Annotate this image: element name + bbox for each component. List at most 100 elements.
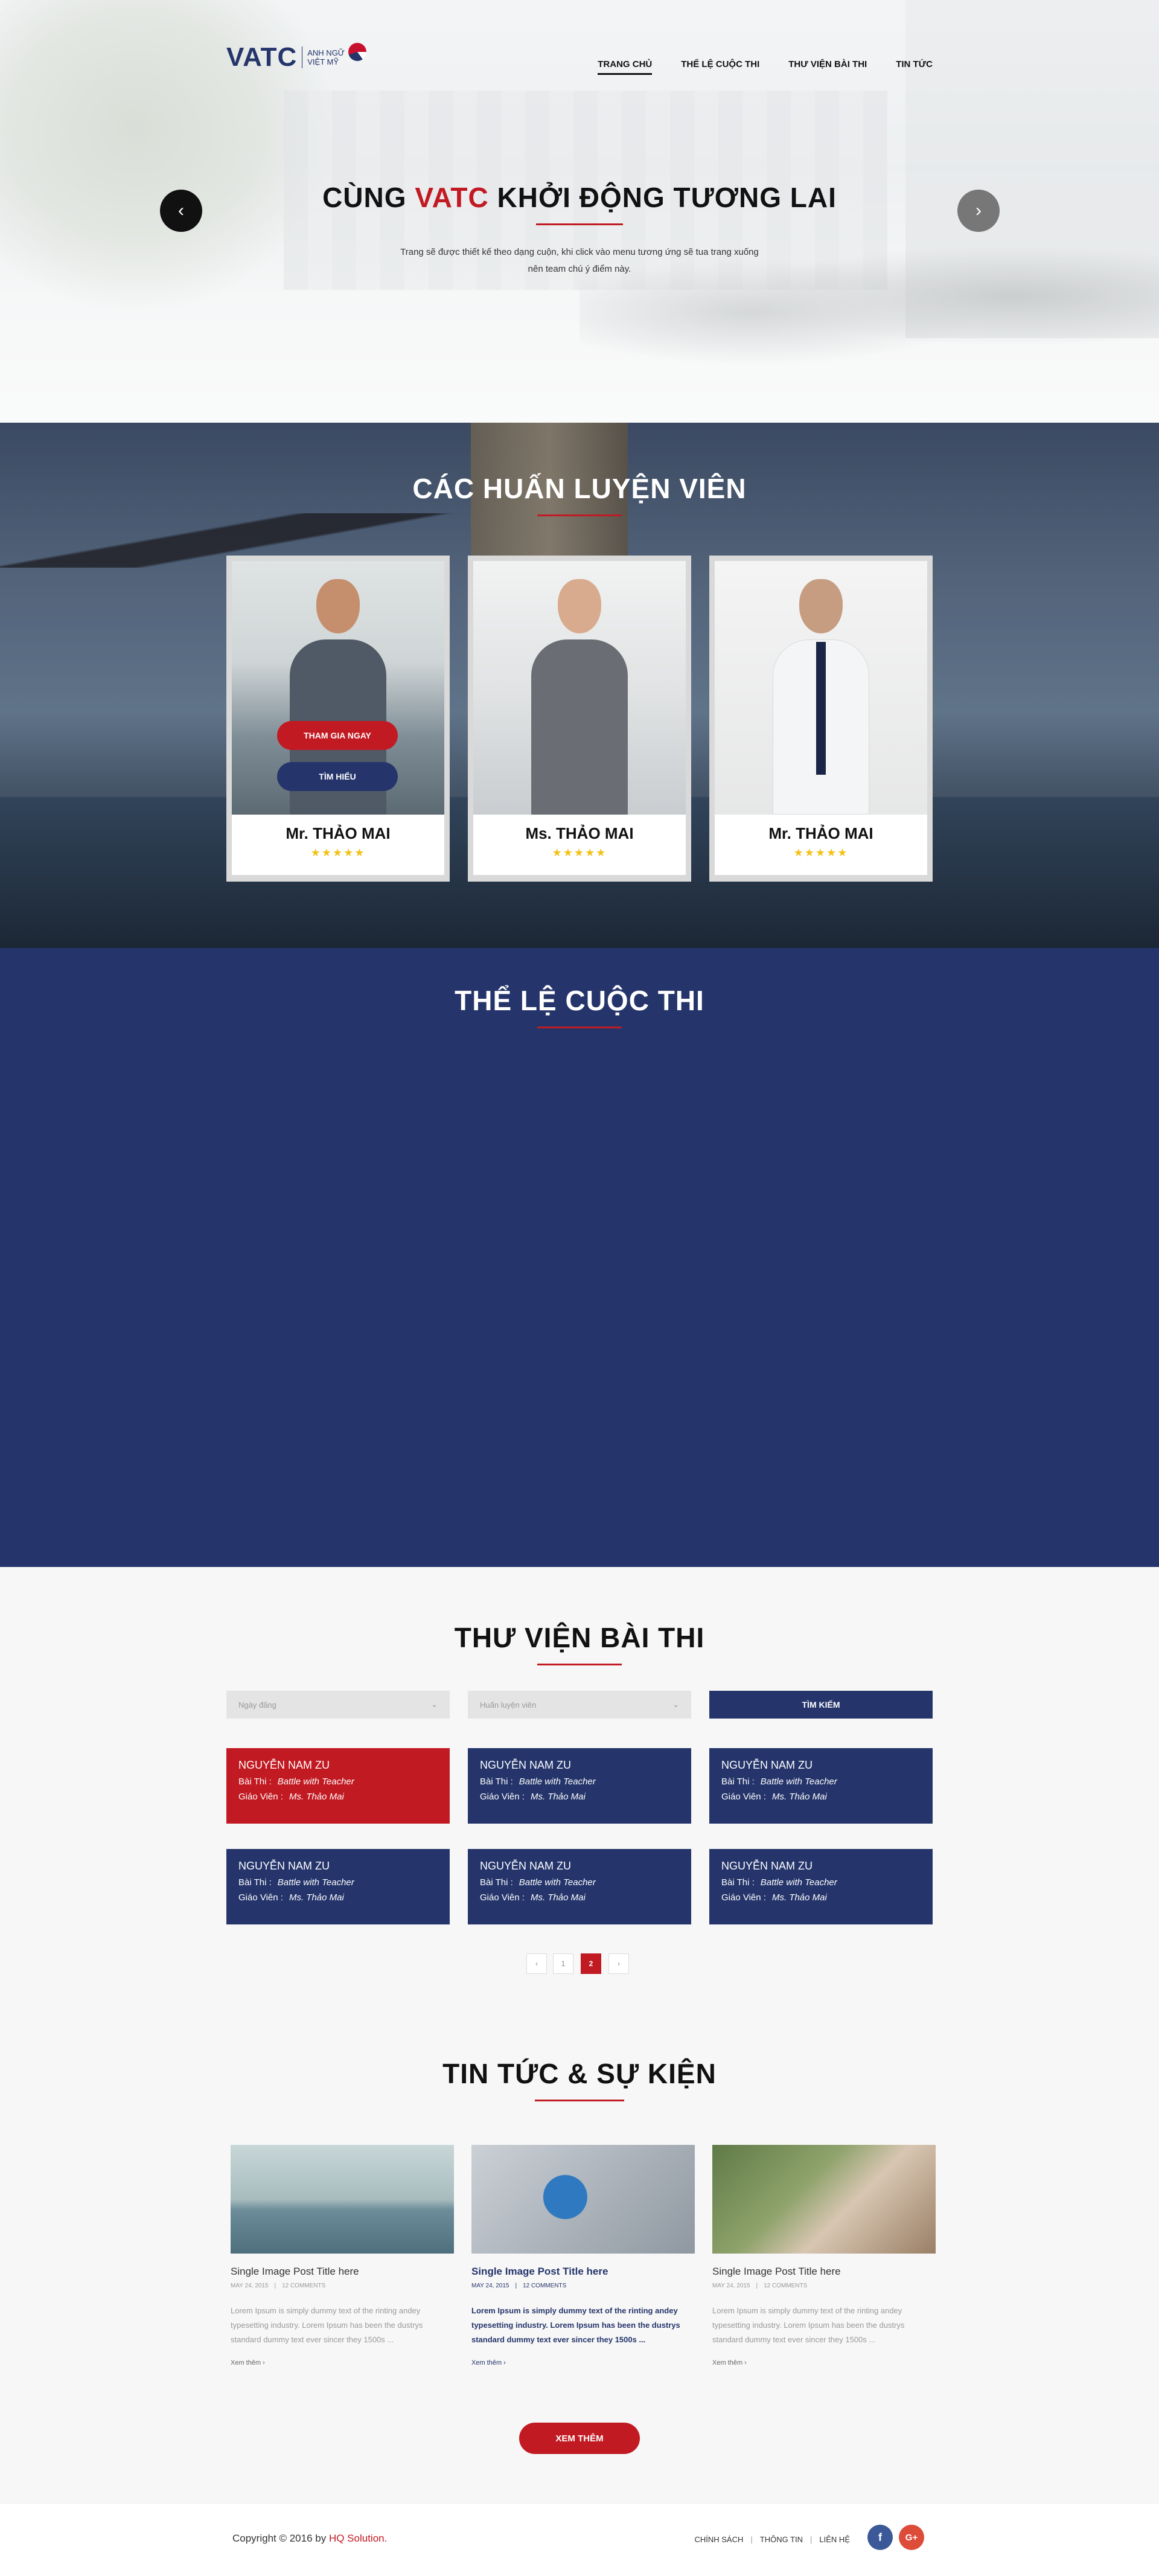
entry-teacher-label: Giáo Viên : (480, 1892, 525, 1903)
post-image[interactable] (712, 2145, 936, 2254)
news-post[interactable]: Single Image Post Title here MAY 24, 201… (471, 2145, 695, 2366)
post-title[interactable]: Single Image Post Title here (712, 2266, 936, 2278)
library-entry[interactable]: NGUYỄN NAM ZU Bài Thi : Battle with Teach… (226, 1849, 450, 1924)
pagination-page-2[interactable]: 2 (581, 1953, 601, 1974)
nav-item-news[interactable]: TIN TỨC (896, 59, 933, 75)
entry-exam: Battle with Teacher (760, 1777, 837, 1787)
entry-teacher: Ms. Thảo Mai (289, 1792, 344, 1802)
trainer-filter-select[interactable]: Huấn luyện viên ⌄ (468, 1691, 691, 1719)
entry-teacher: Ms. Thảo Mai (771, 1892, 827, 1903)
footer-link-separator: | (750, 2535, 753, 2544)
logo-subtitle: ANH NGỮ VIỆT MỸ (307, 48, 345, 66)
chevron-down-icon: ⌄ (672, 1700, 679, 1709)
entry-teacher-label: Giáo Viên : (238, 1892, 283, 1903)
entry-exam: Battle with Teacher (760, 1877, 837, 1888)
hero-title: CÙNG VATC KHỞI ĐỘNG TƯƠNG LAI (0, 181, 1159, 214)
hero-desc-line2: nên team chú ý điểm này. (528, 264, 631, 274)
trainer-photo (473, 561, 686, 815)
rules-section: THỂ LỆ CUỘC THI (0, 948, 1159, 1567)
post-excerpt: Lorem Ipsum is simply dummy text of the … (231, 2306, 423, 2344)
entry-teacher-row: Giáo Viên : Ms. Thảo Mai (480, 1792, 679, 1802)
nav-item-rules[interactable]: THỂ LỆ CUỘC THI (681, 59, 759, 75)
footer-link-contact[interactable]: LIÊN HỆ (819, 2535, 850, 2544)
entry-exam-label: Bài Thi : (480, 1777, 513, 1787)
news-title-underline (535, 2100, 624, 2101)
entry-exam-row: Bài Thi : Battle with Teacher (238, 1877, 438, 1888)
nav-item-library[interactable]: THƯ VIỆN BÀI THI (788, 59, 867, 75)
entry-teacher: Ms. Thảo Mai (771, 1792, 827, 1802)
entry-exam-row: Bài Thi : Battle with Teacher (721, 1877, 921, 1888)
entry-exam-row: Bài Thi : Battle with Teacher (238, 1777, 438, 1787)
trainer-nameplate: Ms. THẢO MAI ★★★★★ (473, 815, 686, 875)
post-comments[interactable]: 12 COMMENTS (764, 2283, 807, 2289)
library-entry[interactable]: NGUYỄN NAM ZU Bài Thi : Battle with Teach… (709, 1748, 933, 1824)
footer-link-separator: | (810, 2535, 813, 2544)
rules-title: THỂ LỆ CUỘC THI (455, 985, 704, 1016)
date-filter-select[interactable]: Ngày đăng ⌄ (226, 1691, 450, 1719)
post-title[interactable]: Single Image Post Title here (471, 2266, 695, 2278)
copyright: Copyright © 2016 by HQ Solution. (232, 2533, 387, 2545)
read-more-link[interactable]: Xem thêm › (471, 2359, 695, 2366)
entry-teacher-row: Giáo Viên : Ms. Thảo Mai (238, 1792, 438, 1802)
main-nav: TRANG CHỦ THỂ LỆ CUỘC THI THƯ VIỆN BÀI T… (598, 59, 933, 75)
join-now-button[interactable]: THAM GIA NGAY (277, 721, 398, 750)
facebook-icon[interactable]: f (867, 2525, 893, 2550)
see-more-button[interactable]: XEM THÊM (519, 2423, 640, 2454)
trainer-photo (715, 561, 927, 815)
entry-teacher-label: Giáo Viên : (721, 1792, 766, 1802)
library-entry[interactable]: NGUYỄN NAM ZU Bài Thi : Battle with Teach… (709, 1849, 933, 1924)
nav-item-home[interactable]: TRANG CHỦ (598, 59, 653, 75)
footer-link-info[interactable]: THÔNG TIN (760, 2535, 803, 2544)
copyright-brand-link[interactable]: HQ Solution. (329, 2533, 387, 2544)
entry-exam: Battle with Teacher (277, 1777, 354, 1787)
post-date: MAY 24, 2015 (231, 2283, 269, 2289)
hero-description: Trang sẽ được thiết kế theo dạng cuộn, k… (368, 244, 791, 278)
pagination-next[interactable]: › (608, 1953, 629, 1974)
site-logo[interactable]: VATC ANH NGỮ VIỆT MỸ (226, 42, 366, 72)
library-title: THƯ VIỆN BÀI THI (454, 1622, 705, 1653)
post-excerpt: Lorem Ipsum is simply dummy text of the … (471, 2306, 680, 2344)
post-comments[interactable]: 12 COMMENTS (282, 2283, 325, 2289)
entry-teacher-row: Giáo Viên : Ms. Thảo Mai (721, 1892, 921, 1903)
entry-teacher-row: Giáo Viên : Ms. Thảo Mai (480, 1892, 679, 1903)
entry-exam: Battle with Teacher (519, 1777, 596, 1787)
post-image[interactable] (231, 2145, 454, 2254)
library-entry[interactable]: NGUYỄN NAM ZU Bài Thi : Battle with Teach… (226, 1748, 450, 1824)
star-rating-icon: ★★★★★ (552, 847, 607, 859)
star-rating-icon: ★★★★★ (310, 847, 366, 859)
pagination-prev[interactable]: ‹ (526, 1953, 547, 1974)
news-post[interactable]: Single Image Post Title here MAY 24, 201… (231, 2145, 454, 2366)
news-post[interactable]: Single Image Post Title here MAY 24, 201… (712, 2145, 936, 2366)
post-image[interactable] (471, 2145, 695, 2254)
read-more-link[interactable]: Xem thêm › (231, 2359, 454, 2366)
learn-more-button[interactable]: TÌM HIỂU (277, 762, 398, 791)
logo-wordmark: VATC (226, 42, 298, 72)
footer-link-policy[interactable]: CHÍNH SÁCH (694, 2535, 743, 2544)
library-entry[interactable]: NGUYỄN NAM ZU Bài Thi : Battle with Teach… (468, 1748, 691, 1824)
post-title[interactable]: Single Image Post Title here (231, 2266, 454, 2278)
trainer-card[interactable]: THAM GIA NGAY TÌM HIỂU Mr. THẢO MAI ★★★★… (226, 556, 450, 882)
entry-name: NGUYỄN NAM ZU (721, 1759, 813, 1771)
logo-subtitle-line1: ANH NGỮ (307, 48, 345, 57)
read-more-link[interactable]: Xem thêm › (712, 2359, 936, 2366)
entry-name: NGUYỄN NAM ZU (480, 1759, 572, 1771)
search-button[interactable]: TÌM KIẾM (709, 1691, 933, 1719)
google-plus-icon[interactable]: G+ (899, 2525, 924, 2550)
entry-name: NGUYỄN NAM ZU (721, 1860, 813, 1872)
entry-exam: Battle with Teacher (277, 1877, 354, 1888)
trainer-nameplate: Mr. THẢO MAI ★★★★★ (715, 815, 927, 875)
entry-name: NGUYỄN NAM ZU (238, 1860, 330, 1872)
trainer-card[interactable]: Mr. THẢO MAI ★★★★★ (709, 556, 933, 882)
entry-exam-label: Bài Thi : (238, 1877, 272, 1888)
entry-exam-label: Bài Thi : (721, 1777, 755, 1787)
entry-exam-row: Bài Thi : Battle with Teacher (480, 1777, 679, 1787)
library-entry[interactable]: NGUYỄN NAM ZU Bài Thi : Battle with Teach… (468, 1849, 691, 1924)
post-date: MAY 24, 2015 (471, 2283, 509, 2289)
trainer-card[interactable]: Ms. THẢO MAI ★★★★★ (468, 556, 691, 882)
chevron-down-icon: ⌄ (431, 1700, 438, 1709)
trainers-title: CÁC HUẤN LUYỆN VIÊN (412, 473, 747, 504)
entry-teacher-label: Giáo Viên : (238, 1792, 283, 1802)
post-comments[interactable]: 12 COMMENTS (523, 2283, 566, 2289)
pagination-page-1[interactable]: 1 (553, 1953, 573, 1974)
entry-exam-row: Bài Thi : Battle with Teacher (480, 1877, 679, 1888)
